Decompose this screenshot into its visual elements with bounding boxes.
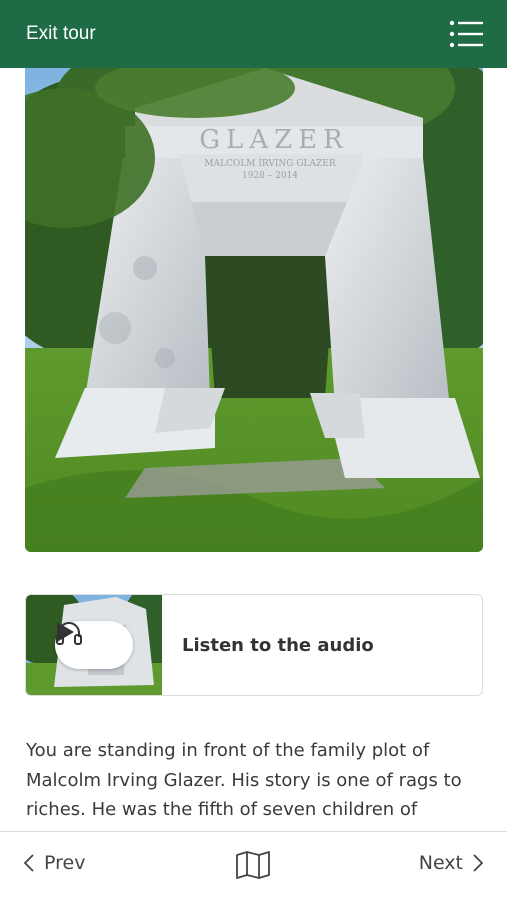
next-label: Next bbox=[418, 852, 463, 874]
prev-label: Prev bbox=[44, 852, 86, 874]
mausoleum-photo: GLAZER MALCOLM IRVING GLAZER 1928 – 2014 bbox=[25, 68, 483, 552]
audio-play-pill[interactable] bbox=[55, 621, 133, 669]
listen-audio-card[interactable]: Listen to the audio bbox=[25, 594, 483, 696]
play-icon bbox=[57, 622, 74, 642]
inscription-person: MALCOLM IRVING GLAZER bbox=[204, 159, 335, 169]
top-bar: Exit tour bbox=[0, 0, 507, 68]
audio-label: Listen to the audio bbox=[182, 634, 374, 656]
prev-button[interactable]: Prev bbox=[24, 852, 85, 874]
tour-stop-description: You are standing in front of the family … bbox=[26, 740, 462, 820]
chevron-left-icon bbox=[24, 854, 34, 872]
chevron-right-icon bbox=[473, 854, 483, 872]
audio-thumbnail bbox=[26, 595, 162, 695]
exit-tour-button[interactable]: Exit tour bbox=[26, 23, 96, 45]
mausoleum-name-inscription: GLAZER bbox=[199, 125, 348, 155]
inscription-years: 1928 – 2014 bbox=[242, 171, 298, 181]
hamburger-menu-icon[interactable] bbox=[449, 20, 483, 48]
map-icon bbox=[236, 851, 270, 879]
map-button[interactable] bbox=[235, 851, 271, 883]
next-button[interactable]: Next bbox=[419, 852, 483, 874]
bottom-navigation: Prev Next bbox=[0, 831, 507, 900]
